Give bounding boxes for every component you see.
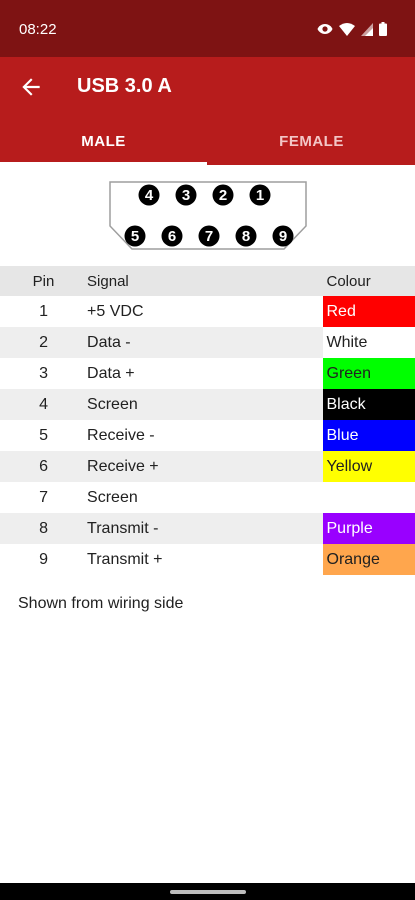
pin-number: 3 [39,364,48,382]
pin-colour: Red [322,296,415,327]
pin-signal: Data - [87,327,323,358]
pin-signal: Screen [87,389,323,420]
connector-pin-label: 9 [279,228,287,245]
pin-colour: Yellow [322,451,415,482]
table-row: 1 +5 VDC Red [0,296,415,327]
pin-colour: White [322,327,415,358]
pin-signal: Screen [87,488,138,506]
tab-male[interactable]: MALE [0,117,207,165]
pinout-table: Pin Signal Colour 1 +5 VDC Red 2 Data - White… [0,266,415,575]
table-row: 6 Receive + Yellow [0,451,415,482]
pin-signal: Data + [87,364,135,382]
app-bar: USB 3.0 A [0,57,415,117]
wiring-note: Shown from wiring side [18,595,184,612]
table-row: 9 Transmit + Orange [0,544,415,575]
pin-number: 5 [39,426,48,444]
page-title: USB 3.0 A [77,75,172,97]
connector-pin-label: 3 [182,187,190,204]
pin-colour: Orange [322,544,415,575]
pin-signal: +5 VDC [87,302,144,320]
pin-signal: Receive + [87,451,323,482]
eye-icon [317,24,333,34]
status-time: 08:22 [19,21,57,38]
tab-female[interactable]: FEMALE [208,117,415,165]
pin-number: 6 [0,451,88,482]
pin-colour: Purple [322,513,415,544]
pin-number: 8 [0,513,88,544]
pin-number: 1 [39,302,48,320]
header-pin: Pin [0,266,88,296]
home-handle[interactable] [170,890,246,894]
table-row: 8 Transmit - Purple [0,513,415,544]
pin-colour: Black [322,389,415,420]
battery-icon [379,22,387,36]
pin-colour: Blue [322,420,415,451]
connector-pin-label: 1 [256,187,264,204]
pin-number: 4 [0,389,88,420]
header-signal: Signal [87,266,323,296]
arrow-left-icon[interactable] [18,74,44,100]
connector-pin-label: 8 [242,228,250,245]
pin-signal: Receive - [87,426,155,444]
pin-colour [323,482,415,513]
status-bar: 08:22 [0,0,415,57]
table-row: 3 Data + Green [0,358,415,389]
connector-pin-label: 6 [168,228,176,245]
pin-colour: Green [322,358,415,389]
status-icons [317,19,387,39]
connector-pin-label: 4 [145,187,154,204]
table-row: 4 Screen Black [0,389,415,420]
table-row: 2 Data - White [0,327,415,358]
header-colour: Colour [322,266,415,296]
pin-number: 2 [0,327,88,358]
table-header-row: Pin Signal Colour [0,266,415,296]
connector-pin-label: 7 [205,228,213,245]
connector-diagram: 4 3 2 1 5 6 7 8 9 [109,181,307,250]
tab-bar: MALE FEMALE [0,117,415,165]
connector-pin-label: 5 [131,228,139,245]
signal-icon [361,22,373,36]
tab-indicator [0,162,207,165]
connector-pin-label: 2 [219,187,227,204]
pin-signal: Transmit - [87,513,323,544]
pin-number: 9 [39,550,48,568]
pin-signal: Transmit + [87,550,163,568]
navigation-bar [0,883,415,900]
table-row: 7 Screen [0,482,415,513]
table-row: 5 Receive - Blue [0,420,415,451]
pin-number: 7 [39,488,48,506]
wifi-icon [339,22,355,36]
